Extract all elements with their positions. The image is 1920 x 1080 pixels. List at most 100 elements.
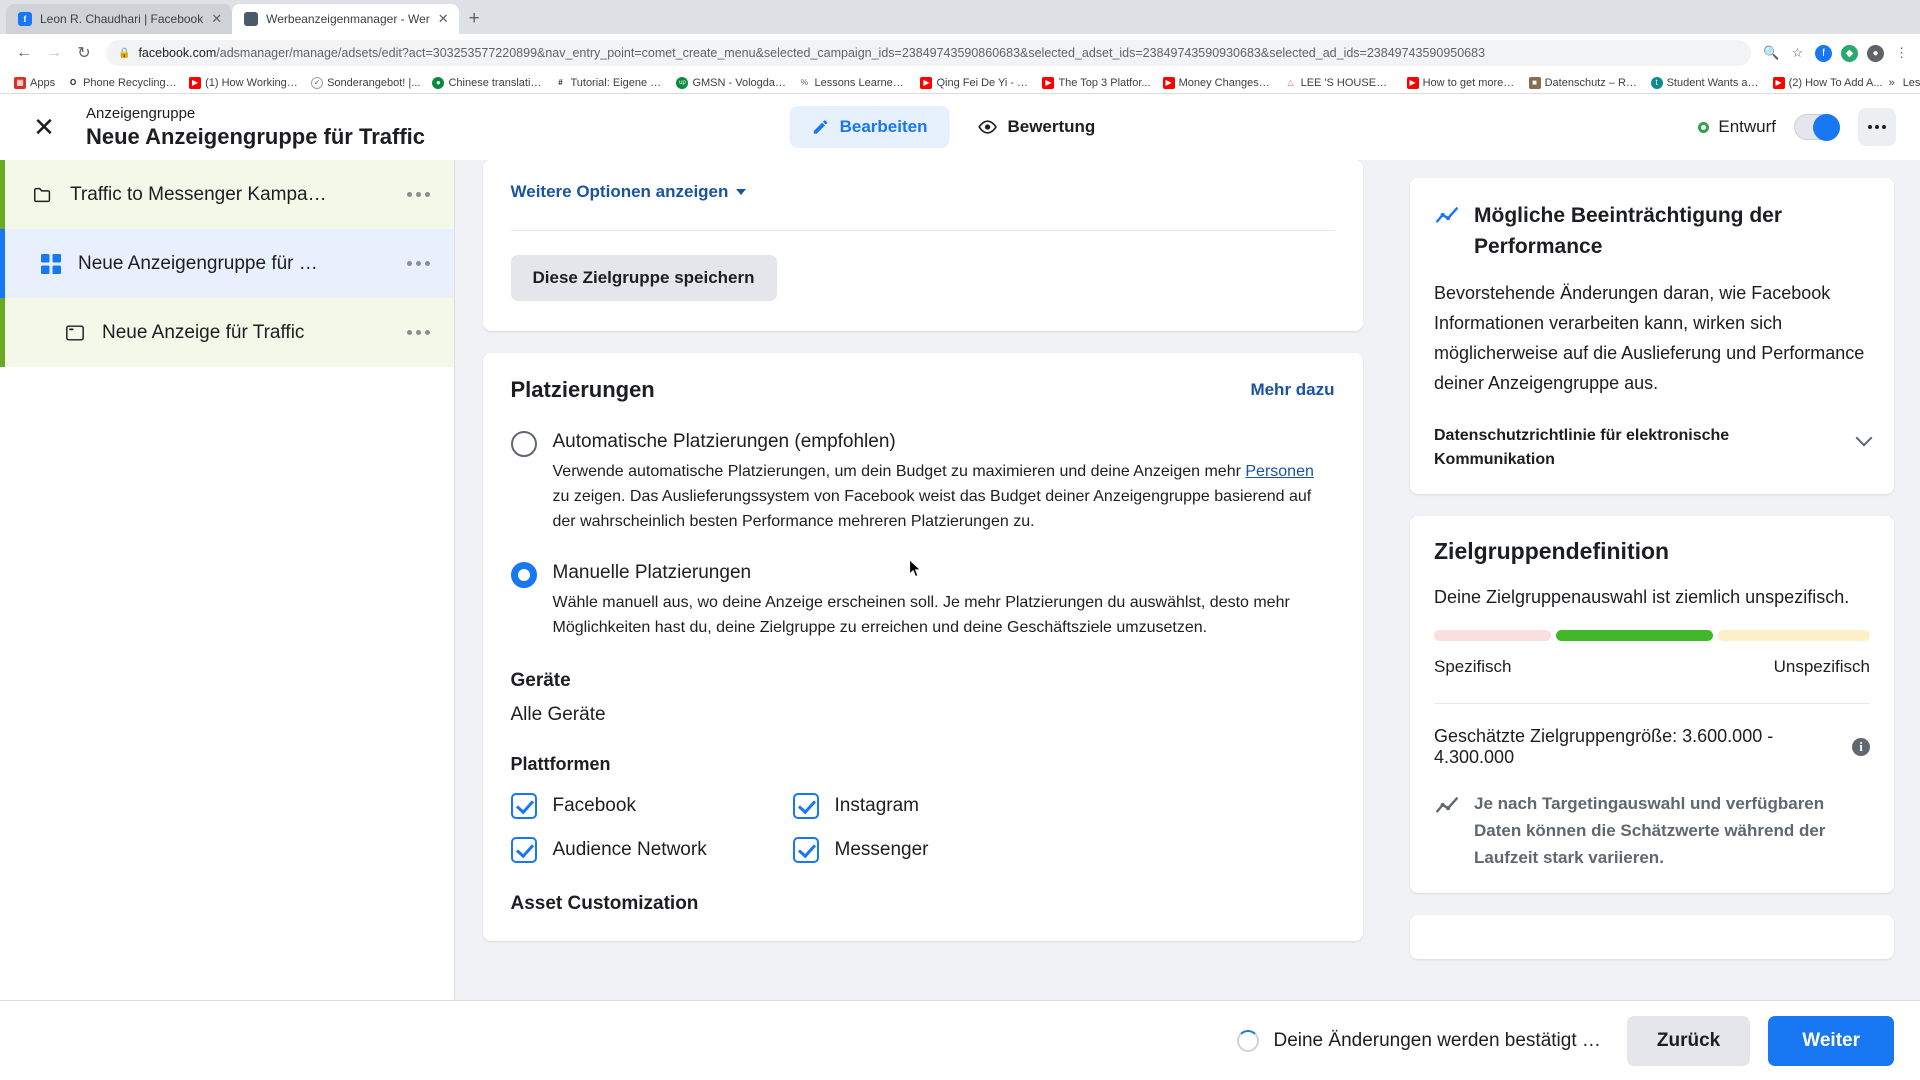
bookmark-item[interactable]: % Lessons Learned f...	[792, 76, 914, 89]
placement-manual-label: Manuelle Platzierungen	[552, 562, 752, 583]
bookmarks-overflow-icon[interactable]: »	[1889, 77, 1895, 89]
divider	[510, 230, 1335, 231]
placements-title: Platzierungen	[510, 377, 655, 402]
bookmark-label: Phone Recycling,...	[83, 76, 178, 89]
bookmark-item[interactable]: ▶ How to get more v...	[1401, 76, 1523, 89]
bookmark-item[interactable]: t Student Wants an...	[1645, 76, 1767, 89]
platforms-grid: Facebook Instagram Audience Network Mess…	[483, 793, 1103, 863]
bookmark-item[interactable]: ▶ (2) How To Add A...	[1767, 76, 1889, 89]
status-toggle[interactable]	[1794, 114, 1840, 141]
reload-icon[interactable]: ↻	[70, 39, 98, 67]
bookmark-label: (1) How Working a...	[205, 76, 300, 89]
url-domain: facebook.com	[138, 46, 217, 60]
meter-segment-high	[1718, 630, 1870, 641]
platform-audience-network[interactable]: Audience Network	[510, 837, 793, 863]
privacy-policy-accordion[interactable]: Datenschutzrichtlinie für elektronische …	[1434, 424, 1873, 472]
personen-link[interactable]: Personen	[1245, 463, 1314, 480]
title-block: Anzeigengruppe Neue Anzeigengruppe für T…	[86, 104, 425, 150]
right-panel-next-card	[1410, 915, 1894, 959]
bookmark-star-icon[interactable]: ☆	[1789, 45, 1806, 62]
checkbox-facebook[interactable]	[510, 793, 537, 819]
placements-card: Platzierungen Mehr dazu Automatische Pla…	[482, 353, 1363, 941]
bookmark-label: The Top 3 Platfor...	[1058, 76, 1151, 89]
status-label: Entwurf	[1718, 117, 1776, 136]
bookmark-item[interactable]: # Tutorial: Eigene Fa...	[548, 76, 670, 89]
bookmark-item[interactable]: ▶ The Top 3 Platfor...	[1036, 76, 1156, 89]
up-icon: up	[676, 76, 689, 89]
close-icon[interactable]: ✕	[438, 11, 449, 27]
save-audience-button[interactable]: Diese Zielgruppe speichern	[510, 255, 777, 301]
show-more-options-link[interactable]: Weitere Optionen anzeigen	[511, 182, 747, 202]
tab-bearbeiten[interactable]: Bearbeiten	[789, 106, 950, 148]
asset-customization-title: Asset Customization	[510, 893, 699, 914]
checkbox-messenger[interactable]	[792, 837, 819, 863]
sidebar-item-ad[interactable]: Neue Anzeige für Traffic	[0, 298, 454, 367]
radio-automatic[interactable]	[510, 431, 537, 457]
sidebar-item-campaign[interactable]: Traffic to Messenger Kampa…	[0, 160, 454, 229]
placement-option-automatic[interactable]: Automatische Platzierungen (empfohlen) V…	[483, 429, 1363, 534]
photo-icon: ■	[1528, 76, 1541, 89]
address-bar[interactable]: 🔒 facebook.com/adsmanager/manage/adsets/…	[106, 40, 1751, 66]
bookmark-item[interactable]: ▶ Money Changes E...	[1157, 76, 1279, 89]
audience-definition-subtitle: Deine Zielgruppenauswahl ist ziemlich un…	[1434, 587, 1850, 607]
bookmark-item[interactable]: ▶ Qing Fei De Yi - Y...	[914, 76, 1036, 89]
bookmark-item[interactable]: ✓ Sonderangebot! |...	[305, 76, 426, 89]
platform-instagram[interactable]: Instagram	[792, 793, 1075, 819]
learn-more-link[interactable]: Mehr dazu	[1250, 380, 1334, 400]
checkbox-audience-network[interactable]	[510, 837, 537, 863]
platform-messenger[interactable]: Messenger	[792, 837, 1075, 863]
bookmark-item[interactable]: ▶ (1) How Working a...	[183, 76, 305, 89]
mouse-cursor	[909, 560, 922, 577]
close-icon[interactable]: ✕	[24, 112, 64, 143]
placement-automatic-label: Automatische Platzierungen (empfohlen)	[552, 431, 896, 452]
sidebar-item-adset[interactable]: Neue Anzeigengruppe für …	[0, 229, 454, 298]
forward-icon[interactable]: →	[40, 39, 68, 67]
zoom-icon[interactable]: 🔍	[1763, 45, 1780, 62]
bookmarks-bar: ▦ Apps O Phone Recycling,... ▶ (1) How W…	[0, 72, 1920, 94]
bookmark-item[interactable]: up GMSN - Vologda,...	[670, 76, 792, 89]
sidebar-item-menu-icon[interactable]	[407, 192, 430, 197]
chevron-down-icon[interactable]	[1855, 429, 1873, 447]
status-dot-icon	[1698, 121, 1710, 133]
bookmark-item[interactable]: O Phone Recycling,...	[61, 76, 183, 89]
checkbox-instagram[interactable]	[792, 793, 819, 819]
status-rail	[0, 298, 5, 367]
hash-icon: #	[554, 76, 567, 89]
right-panel: Mögliche Beeinträchtigung der Performanc…	[1390, 160, 1920, 1000]
privacy-policy-label: Datenschutzrichtlinie für elektronische …	[1434, 427, 1730, 468]
sidebar-item-menu-icon[interactable]	[407, 261, 430, 266]
facebook-icon: f	[18, 12, 32, 26]
info-icon[interactable]: i	[1852, 738, 1870, 756]
radio-manual[interactable]	[510, 562, 537, 588]
bookmark-apps[interactable]: ▦ Apps	[8, 76, 61, 89]
platform-facebook[interactable]: Facebook	[510, 793, 793, 819]
back-icon[interactable]: ←	[10, 39, 38, 67]
sidebar-item-menu-icon[interactable]	[407, 330, 430, 335]
reading-list-button[interactable]: Leseliste	[1903, 77, 1920, 89]
facebook-ext-icon[interactable]: f	[1815, 44, 1832, 62]
new-tab-button[interactable]: +	[469, 8, 480, 30]
toggle-knob	[1813, 114, 1840, 141]
close-icon[interactable]: ✕	[211, 11, 222, 27]
specificity-meter	[1434, 630, 1870, 641]
sidebar-item-label: Neue Anzeigengruppe für …	[78, 252, 318, 274]
performance-card-title: Mögliche Beeinträchtigung der Performanc…	[1474, 204, 1783, 258]
puzzle-ext-icon[interactable]: ◆	[1841, 44, 1858, 62]
bookmark-item[interactable]: ■ Datenschutz – Re...	[1523, 76, 1645, 89]
page-title: Neue Anzeigengruppe für Traffic	[86, 124, 426, 149]
more-options-button[interactable]	[1858, 108, 1896, 146]
profile-icon[interactable]: ●	[1867, 44, 1884, 62]
bookmark-item[interactable]: △ LEE 'S HOUSE—...	[1279, 76, 1401, 89]
url-path: /adsmanager/manage/adsets/edit?act=30325…	[216, 46, 1486, 60]
chrome-menu-icon[interactable]: ⋮	[1893, 45, 1910, 62]
back-button[interactable]: Zurück	[1626, 1015, 1751, 1066]
browser-tab-facebook[interactable]: f Leon R. Chaudhari | Facebook ✕	[6, 4, 233, 34]
bookmark-item[interactable]: ● Chinese translatio...	[426, 76, 548, 89]
browser-tab-adsmanager[interactable]: Werbeanzeigenmanager - Wer ✕	[232, 4, 459, 34]
bookmark-label: Student Wants an...	[1666, 76, 1761, 89]
tab-bewertung[interactable]: Bewertung	[955, 106, 1117, 148]
adsmanager-app: ✕ Anzeigengruppe Neue Anzeigengruppe für…	[0, 94, 1920, 1080]
next-button[interactable]: Weiter	[1768, 1015, 1894, 1066]
app-body: Traffic to Messenger Kampa… Neue Anzeige…	[0, 160, 1920, 1000]
bookmark-label: GMSN - Vologda,...	[692, 76, 787, 89]
